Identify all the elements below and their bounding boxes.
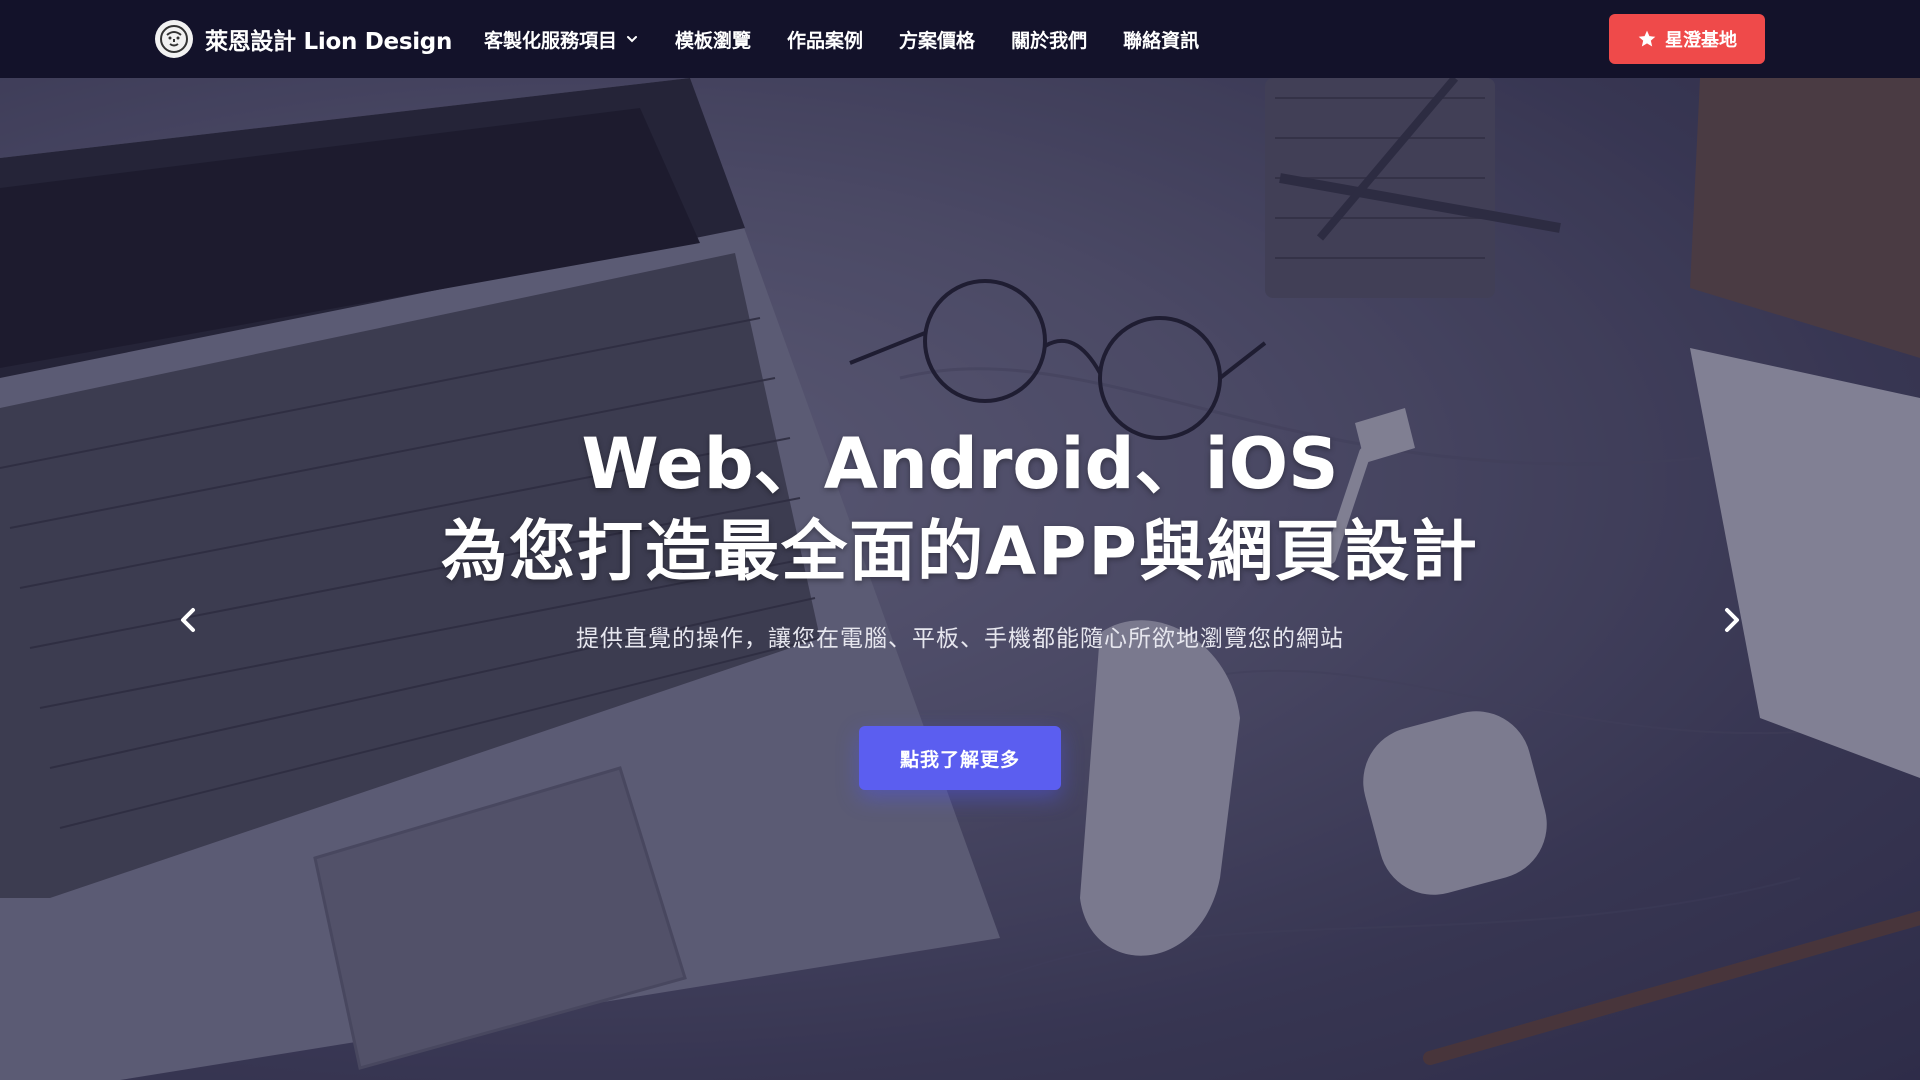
learn-more-button[interactable]: 點我了解更多 xyxy=(859,726,1061,790)
star-base-button[interactable]: 星澄基地 xyxy=(1609,14,1765,64)
nav-link-about[interactable]: 關於我們 xyxy=(1011,26,1087,53)
chevron-down-icon xyxy=(627,36,638,43)
brand-link[interactable]: 萊恩設計 Lion Design xyxy=(155,20,452,58)
nav-link-portfolio[interactable]: 作品案例 xyxy=(787,26,863,53)
hero-title-line2: 為您打造最全面的APP與網頁設計 xyxy=(441,513,1479,590)
nav-link-templates[interactable]: 模板瀏覽 xyxy=(675,26,751,53)
top-navbar: 萊恩設計 Lion Design 客製化服務項目 模板瀏覽 作品案例 方案價格 … xyxy=(0,0,1920,78)
nav-item-services: 客製化服務項目 xyxy=(484,26,639,53)
star-base-label: 星澄基地 xyxy=(1665,30,1737,51)
brand-name: 萊恩設計 Lion Design xyxy=(205,29,453,55)
nav-item-portfolio: 作品案例 xyxy=(787,26,863,53)
carousel-prev-button[interactable] xyxy=(169,600,209,640)
main-nav: 客製化服務項目 模板瀏覽 作品案例 方案價格 關於我們 聯絡資訊 xyxy=(484,0,1199,78)
lion-logo-icon xyxy=(155,20,193,58)
nav-label-services: 客製化服務項目 xyxy=(484,29,618,52)
nav-link-pricing[interactable]: 方案價格 xyxy=(899,26,975,53)
nav-item-pricing: 方案價格 xyxy=(899,26,975,53)
hero-carousel: Web、Android、iOS 為您打造最全面的APP與網頁設計 提供直覺的操作… xyxy=(0,78,1920,1080)
carousel-next-button[interactable] xyxy=(1711,600,1751,640)
star-icon xyxy=(1638,30,1656,47)
nav-link-services[interactable]: 客製化服務項目 xyxy=(484,26,639,53)
nav-item-templates: 模板瀏覽 xyxy=(675,26,751,53)
hero-subtitle: 提供直覺的操作，讓您在電腦、平板、手機都能隨心所欲地瀏覽您的網站 xyxy=(576,626,1344,652)
nav-item-about: 關於我們 xyxy=(1011,26,1087,53)
hero-title-line1: Web、Android、iOS xyxy=(581,423,1339,505)
chevron-left-icon xyxy=(181,608,195,632)
chevron-right-icon xyxy=(1725,608,1739,632)
nav-link-contact[interactable]: 聯絡資訊 xyxy=(1123,26,1199,53)
nav-item-contact: 聯絡資訊 xyxy=(1123,26,1199,53)
